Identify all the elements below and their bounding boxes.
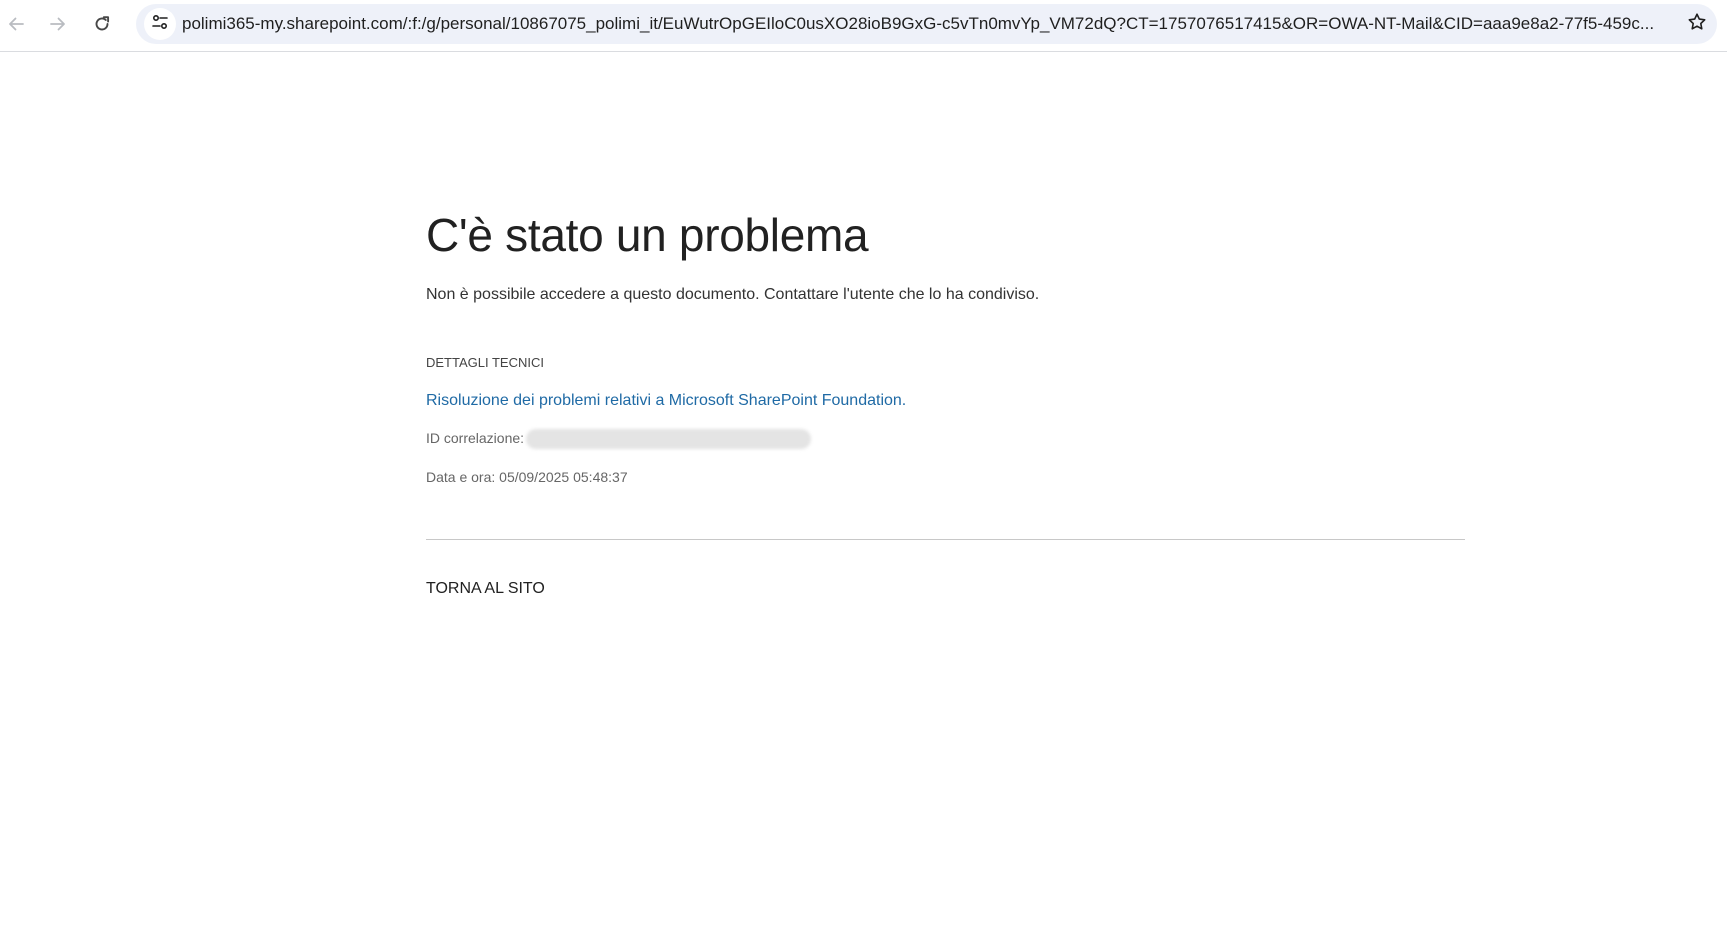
divider	[426, 539, 1465, 541]
datetime-text: Data e ora: 05/09/2025 05:48:37	[426, 469, 628, 486]
bookmark-button[interactable]	[1683, 10, 1711, 38]
error-content: C'è stato un problema Non è possibile ac…	[426, 200, 1466, 600]
reload-button[interactable]	[86, 6, 118, 42]
star-icon	[1687, 12, 1707, 37]
tune-icon	[150, 12, 170, 37]
back-button[interactable]	[0, 6, 32, 42]
forward-arrow-icon	[48, 14, 68, 34]
troubleshoot-link[interactable]: Risoluzione dei problemi relativi a Micr…	[426, 390, 906, 412]
correlation-id-label: ID correlazione:	[426, 430, 525, 446]
correlation-id-row: ID correlazione:	[426, 428, 1466, 450]
error-message: Non è possibile accedere a questo docume…	[426, 286, 1040, 303]
url-text[interactable]: polimi365-my.sharepoint.com/:f:/g/person…	[182, 4, 1662, 44]
back-to-site-link[interactable]: TORNA AL SITO	[426, 578, 545, 600]
page-title: C'è stato un problema	[426, 209, 869, 261]
tech-details-heading: DETTAGLI TECNICI	[426, 355, 544, 370]
address-bar[interactable]: polimi365-my.sharepoint.com/:f:/g/person…	[136, 4, 1717, 44]
redacted-correlation-id	[526, 429, 812, 450]
browser-toolbar: polimi365-my.sharepoint.com/:f:/g/person…	[0, 0, 1727, 52]
reload-icon	[92, 14, 112, 34]
site-info-button[interactable]	[144, 8, 176, 40]
back-arrow-icon	[6, 14, 26, 34]
forward-button[interactable]	[42, 6, 74, 42]
